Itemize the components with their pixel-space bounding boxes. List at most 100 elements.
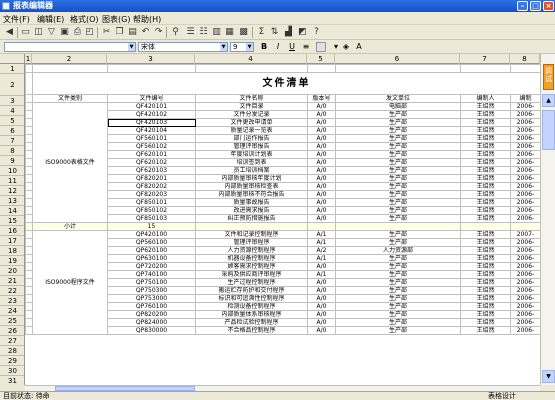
table-cell[interactable]: [195, 222, 308, 231]
table-cell[interactable]: 王绍然: [460, 310, 511, 319]
find-icon[interactable]: ⚲: [170, 27, 181, 38]
table-cell[interactable]: 2007-: [510, 230, 540, 239]
column-header[interactable]: 6: [335, 54, 460, 64]
row-header[interactable]: 12: [0, 186, 24, 196]
table-cell[interactable]: A/1: [307, 238, 336, 247]
table-cell[interactable]: 王绍然: [460, 166, 511, 175]
column-header[interactable]: 8: [510, 54, 540, 64]
table-cell[interactable]: QP824000: [107, 318, 196, 327]
table-cell[interactable]: 王绍然: [460, 278, 511, 287]
table-cell[interactable]: QP760100: [107, 302, 196, 311]
row-header[interactable]: 16: [0, 226, 24, 236]
back-icon[interactable]: ◀: [4, 27, 15, 38]
table-cell[interactable]: A/0: [307, 286, 336, 295]
scroll-down-icon[interactable]: ▼: [542, 370, 555, 383]
table-cell[interactable]: 生产部: [335, 190, 461, 199]
redo-icon[interactable]: ↷: [153, 27, 164, 38]
table-cell[interactable]: 王绍然: [460, 214, 511, 223]
table-cell[interactable]: 生产部: [335, 182, 461, 191]
row-header[interactable]: 27: [0, 336, 24, 346]
table-cell[interactable]: A/0: [307, 118, 336, 127]
table-cell[interactable]: 文件和记录控制程序: [195, 230, 308, 239]
table-cell[interactable]: [25, 278, 33, 287]
insert-row-icon[interactable]: ☰: [185, 27, 196, 38]
print-preview-icon[interactable]: ◰: [84, 27, 95, 38]
table-cell[interactable]: [25, 198, 33, 207]
table-cell[interactable]: 王绍然: [460, 326, 511, 335]
chevron-down-icon[interactable]: ▼: [220, 43, 227, 51]
table-cell[interactable]: A/1: [307, 270, 336, 279]
table-cell[interactable]: [25, 166, 33, 175]
table-cell[interactable]: A/1: [307, 230, 336, 239]
column-title[interactable]: 文件类别: [32, 94, 108, 103]
table-cell[interactable]: 2006-: [510, 142, 540, 151]
table-cell[interactable]: 生产部: [335, 326, 461, 335]
table-cell[interactable]: 改进需求报告: [195, 206, 308, 215]
table-cell[interactable]: 王绍然: [460, 198, 511, 207]
row-header[interactable]: 9: [0, 156, 24, 166]
row-header[interactable]: 11: [0, 176, 24, 186]
table-cell[interactable]: [25, 64, 33, 73]
table-cell[interactable]: A/0: [307, 150, 336, 159]
table-cell[interactable]: 王绍然: [460, 318, 511, 327]
menu-chart[interactable]: 图表(G): [102, 14, 130, 25]
delete-row-icon[interactable]: ☷: [198, 27, 209, 38]
category-cell[interactable]: ISO9000程序文件: [32, 230, 108, 335]
row-header[interactable]: 21: [0, 276, 24, 286]
table-cell[interactable]: [25, 158, 33, 167]
table-cell[interactable]: A/0: [307, 190, 336, 199]
chevron-down-icon[interactable]: ▼: [246, 43, 253, 51]
table-cell[interactable]: [335, 222, 461, 231]
table-cell[interactable]: QF560101: [107, 134, 196, 143]
open-icon[interactable]: ◫: [33, 27, 44, 38]
paste-icon[interactable]: ▤: [127, 27, 138, 38]
border-icon[interactable]: [316, 42, 326, 52]
table-cell[interactable]: 2006-: [510, 278, 540, 287]
table-cell[interactable]: 生产部: [335, 286, 461, 295]
table-cell[interactable]: [25, 310, 33, 319]
table-cell[interactable]: 培训签到表: [195, 158, 308, 167]
table-cell[interactable]: QF620101: [107, 150, 196, 159]
column-header[interactable]: 1: [25, 54, 32, 64]
table-cell[interactable]: QF820202: [107, 182, 196, 191]
table-cell[interactable]: 2006-: [510, 246, 540, 255]
table-cell[interactable]: QP750300: [107, 286, 196, 295]
table-cell[interactable]: [25, 326, 33, 335]
table-cell[interactable]: 生产部: [335, 294, 461, 303]
font-select[interactable]: 宋体 ▼: [138, 42, 228, 52]
table-cell[interactable]: 管理评审报告: [195, 142, 308, 151]
sort-icon[interactable]: ⇅: [269, 27, 280, 38]
table-cell[interactable]: [25, 294, 33, 303]
column-header[interactable]: 2: [32, 54, 107, 64]
table-cell[interactable]: QF420102: [107, 110, 196, 119]
table-cell[interactable]: A/0: [307, 278, 336, 287]
table-cell[interactable]: 2006-: [510, 294, 540, 303]
row-header[interactable]: 7: [0, 136, 24, 146]
table-cell[interactable]: 王绍然: [460, 286, 511, 295]
table-cell[interactable]: 2006-: [510, 126, 540, 135]
table-cell[interactable]: 王绍然: [460, 150, 511, 159]
sum-icon[interactable]: Σ: [256, 27, 267, 38]
table-cell[interactable]: A/0: [307, 326, 336, 335]
table-cell[interactable]: 王绍然: [460, 302, 511, 311]
table-cell[interactable]: 王绍然: [460, 190, 511, 199]
delete-col-icon[interactable]: ▦: [224, 27, 235, 38]
table-cell[interactable]: 管理评审程序: [195, 238, 308, 247]
table-cell[interactable]: A/0: [307, 182, 336, 191]
font-size-select[interactable]: 9 ▼: [230, 42, 254, 52]
table-cell[interactable]: A/0: [307, 294, 336, 303]
table-cell[interactable]: 2006-: [510, 254, 540, 263]
table-cell[interactable]: [25, 72, 33, 95]
table-cell[interactable]: A/0: [307, 158, 336, 167]
table-cell[interactable]: [25, 238, 33, 247]
category-cell[interactable]: ISO9000表格文件: [32, 102, 108, 223]
row-header[interactable]: 13: [0, 196, 24, 206]
table-cell[interactable]: 生产部: [335, 174, 461, 183]
column-title[interactable]: 编制人: [460, 94, 511, 103]
table-cell[interactable]: 生产部: [335, 214, 461, 223]
row-header[interactable]: 24: [0, 306, 24, 316]
table-cell[interactable]: 人力资源控制程序: [195, 246, 308, 255]
table-cell[interactable]: QF820203: [107, 190, 196, 199]
table-cell[interactable]: 生产部: [335, 150, 461, 159]
table-cell[interactable]: [25, 302, 33, 311]
